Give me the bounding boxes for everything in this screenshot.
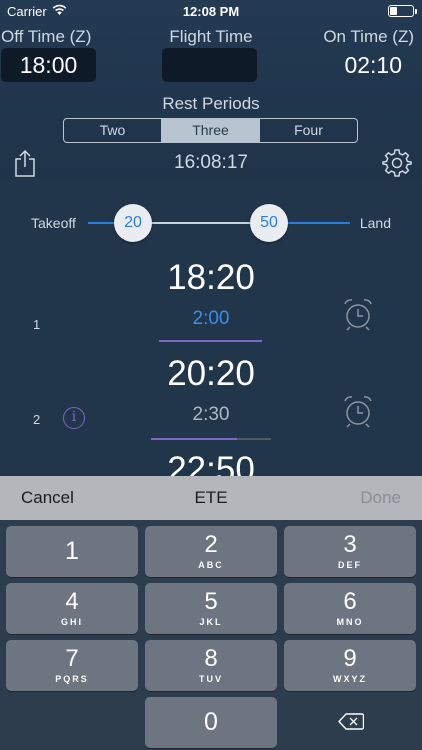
backspace-icon[interactable] [338, 713, 364, 730]
key-0[interactable]: 0 [145, 697, 277, 748]
on-time-label: On Time (Z) [323, 27, 414, 46]
header-panel: Carrier 12:08 PM Off Time (Z) Flight Tim… [0, 0, 422, 180]
off-time-field[interactable]: 18:00 [1, 48, 96, 82]
period-1-underline [159, 340, 262, 342]
done-button[interactable]: Done [360, 488, 401, 508]
key-8[interactable]: 8 TUV [145, 640, 277, 691]
period-2-progress-line [151, 438, 237, 440]
key-1[interactable]: 1 [6, 526, 138, 577]
key-9[interactable]: 9 WXYZ [284, 640, 416, 691]
key-5[interactable]: 5 JKL [145, 583, 277, 634]
period-2-remaining-line [237, 438, 271, 440]
period-3-start-time: 22:50 [167, 450, 255, 476]
period-2-alarm-icon[interactable] [342, 394, 374, 428]
key-4[interactable]: 4 GHI [6, 583, 138, 634]
segment-three[interactable]: Three [161, 119, 259, 142]
key-6[interactable]: 6 MNO [284, 583, 416, 634]
land-label: Land [359, 215, 391, 231]
key-2[interactable]: 2 ABC [145, 526, 277, 577]
flight-time-field[interactable] [162, 48, 257, 82]
status-bar: Carrier 12:08 PM [0, 0, 422, 22]
on-time-value: 02:10 [344, 52, 402, 78]
keyboard-toolbar: Cancel ETE Done [0, 476, 422, 520]
keyboard-title: ETE [194, 488, 228, 507]
key-3[interactable]: 3 DEF [284, 526, 416, 577]
takeoff-buffer-knob[interactable]: 20 [114, 204, 152, 242]
status-time: 12:08 PM [182, 4, 240, 19]
battery-icon [388, 5, 417, 17]
land-buffer-knob[interactable]: 50 [250, 204, 288, 242]
current-time-readout: 16:08:17 [174, 152, 248, 173]
period-1-alarm-icon[interactable] [342, 297, 374, 331]
period-2-start-time: 20:20 [167, 354, 255, 393]
slider-track-middle [133, 222, 268, 224]
numeric-keypad: 1 2 ABC 3 DEF 4 GHI 5 JKL 6 MNO 7 PQRS 8… [0, 520, 422, 750]
segment-four[interactable]: Four [259, 119, 357, 142]
key-7[interactable]: 7 PQRS [6, 640, 138, 691]
rest-periods-title: Rest Periods [162, 94, 260, 113]
period-1-start-time: 18:20 [167, 258, 255, 297]
rest-periods-segmented-control: Two Three Four [63, 118, 358, 143]
gear-icon[interactable] [382, 148, 412, 178]
takeoff-label: Takeoff [31, 215, 76, 231]
rest-schedule: Takeoff Land 20 50 18:20 1 2:00 20:20 2 … [0, 180, 422, 476]
segment-two[interactable]: Two [64, 119, 161, 142]
